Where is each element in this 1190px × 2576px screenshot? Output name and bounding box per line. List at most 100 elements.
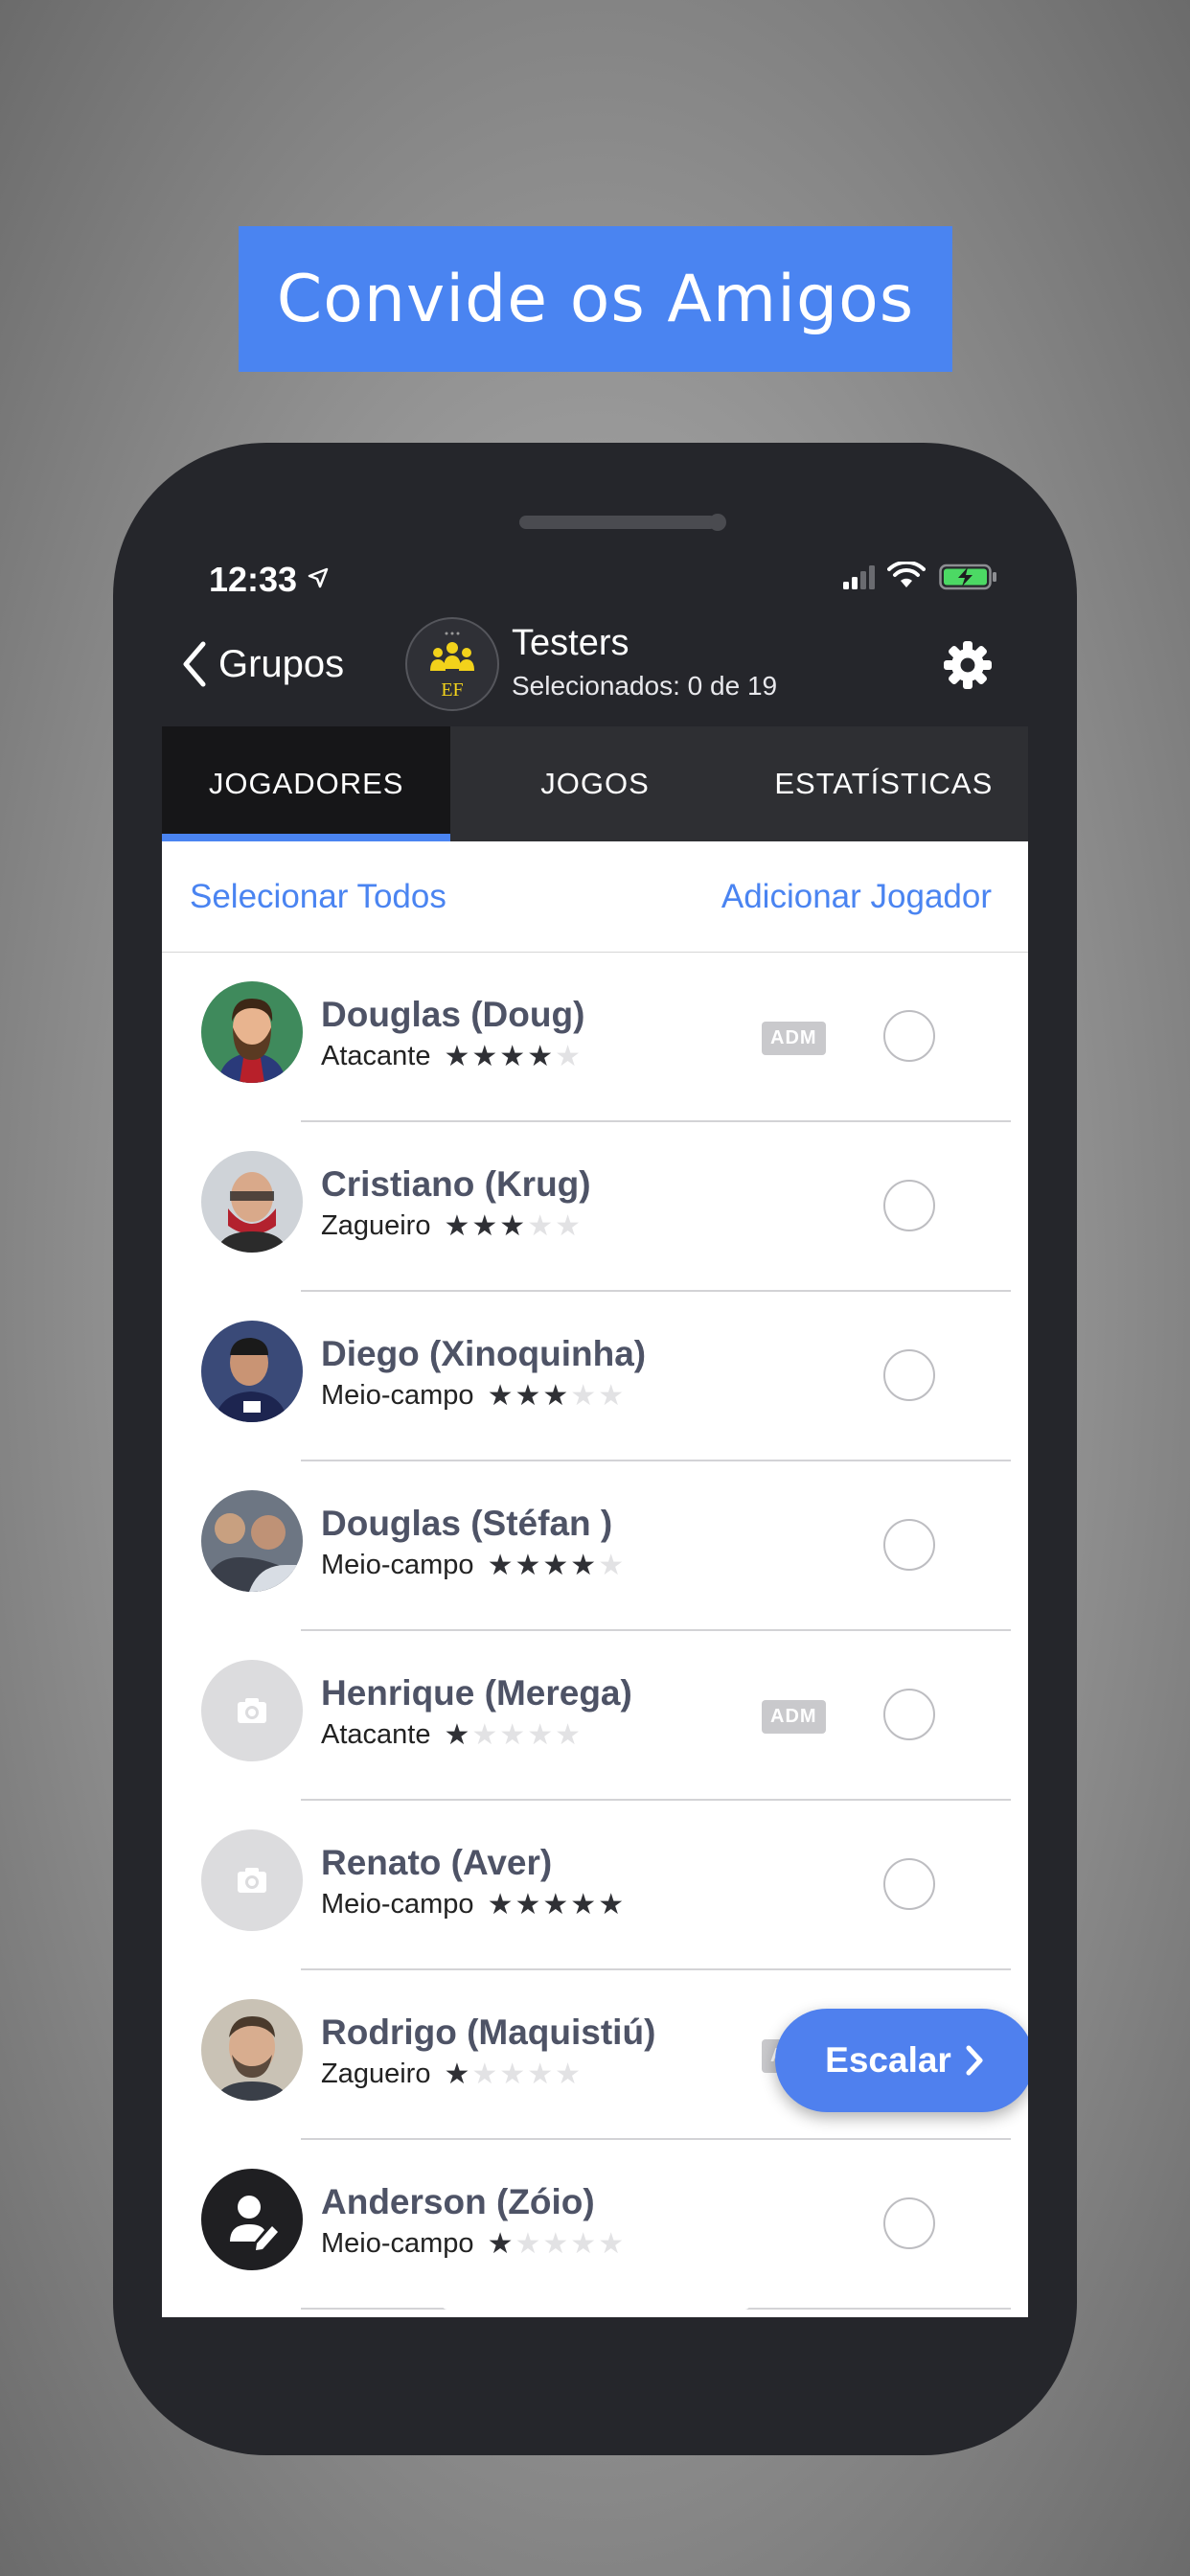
player-name: Cristiano (Krug) [321, 1164, 591, 1204]
player-avatar [201, 1999, 303, 2101]
star-icon: ★ [515, 1379, 541, 1412]
star-icon: ★ [471, 1718, 498, 1751]
player-avatar [201, 981, 303, 1083]
star-rating: ★★★★★ [444, 1718, 583, 1751]
select-player-radio[interactable] [883, 1519, 935, 1571]
player-row[interactable]: Douglas (Stéfan ) Meio-campo ★★★★★ [162, 1461, 1028, 1631]
select-player-radio[interactable] [883, 2197, 935, 2249]
app-screen: JOGADORES JOGOS ESTATÍSTICAS Selecionar … [162, 726, 1028, 2317]
player-avatar [201, 1490, 303, 1592]
select-player-radio[interactable] [883, 1010, 935, 1062]
star-icon: ★ [487, 2227, 514, 2260]
player-position: Zagueiro [321, 1210, 431, 1241]
star-icon: ★ [444, 1718, 470, 1751]
player-position: Meio-campo [321, 1380, 474, 1411]
star-icon: ★ [444, 1209, 470, 1242]
player-row[interactable]: Cristiano (Krug) Zagueiro ★★★★★ [162, 1122, 1028, 1292]
star-icon: ★ [487, 1379, 514, 1412]
star-icon: ★ [527, 1040, 554, 1072]
player-row[interactable]: Diego (Xinoquinha) Meio-campo ★★★★★ [162, 1292, 1028, 1461]
back-button-label: Grupos [218, 642, 345, 685]
star-icon: ★ [499, 1718, 526, 1751]
star-rating: ★★★★★ [487, 1379, 627, 1412]
tab-jogos[interactable]: JOGOS [450, 726, 739, 841]
player-info: Zagueiro ★★★★★ [321, 2058, 583, 2090]
player-info: Meio-campo ★★★★★ [321, 1889, 626, 1920]
star-icon: ★ [555, 2058, 581, 2090]
group-logo-text: EF [441, 679, 463, 701]
star-icon: ★ [542, 1379, 569, 1412]
player-name: Douglas (Stéfan ) [321, 1504, 613, 1543]
select-player-radio[interactable] [883, 1349, 935, 1401]
edit-user-icon [201, 2169, 303, 2270]
star-icon: ★ [471, 2058, 498, 2090]
star-icon: ★ [471, 1040, 498, 1072]
star-icon: ★ [515, 1549, 541, 1581]
player-name: Henrique (Merega) [321, 1673, 632, 1713]
player-position: Atacante [321, 1719, 431, 1750]
star-icon: ★ [515, 1888, 541, 1920]
star-icon: ★ [542, 1888, 569, 1920]
player-row[interactable]: Douglas (Doug) Atacante ★★★★★ ADM [162, 953, 1028, 1122]
star-icon: ★ [570, 2227, 597, 2260]
back-button[interactable]: Grupos [180, 640, 344, 688]
star-icon: ★ [527, 1209, 554, 1242]
tab-estatisticas[interactable]: ESTATÍSTICAS [740, 726, 1028, 841]
star-rating: ★★★★★ [487, 1549, 627, 1581]
player-avatar [201, 1151, 303, 1253]
player-row[interactable]: Renato (Aver) Meio-campo ★★★★★ [162, 1801, 1028, 1970]
star-icon: ★ [444, 2058, 470, 2090]
star-icon: ★ [598, 1549, 625, 1581]
player-name: Rodrigo (Maquistiú) [321, 2012, 656, 2052]
player-row[interactable]: Anderson (Zóio) Meio-campo ★★★★★ [162, 2140, 1028, 2310]
camera-icon [201, 1660, 303, 1761]
camera-icon [201, 1829, 303, 1931]
select-player-radio[interactable] [883, 1858, 935, 1910]
star-rating: ★★★★★ [444, 1209, 583, 1242]
escalar-button[interactable]: Escalar [775, 2009, 1028, 2112]
list-actions: Selecionar Todos Adicionar Jogador [162, 841, 1028, 953]
player-info: Meio-campo ★★★★★ [321, 1380, 626, 1412]
home-indicator[interactable] [442, 2298, 750, 2310]
phone-speaker [519, 516, 717, 529]
player-info: Atacante ★★★★★ [321, 1041, 583, 1072]
player-row[interactable]: Henrique (Merega) Atacante ★★★★★ ADM [162, 1631, 1028, 1801]
star-icon: ★ [487, 1549, 514, 1581]
select-player-radio[interactable] [883, 1689, 935, 1740]
group-title: Testers [512, 623, 629, 663]
star-rating: ★★★★★ [444, 2058, 583, 2090]
nav-bar: Grupos EF Testers Selecionados: 0 de 19 [161, 606, 1029, 728]
player-position: Zagueiro [321, 2058, 431, 2089]
select-all-button[interactable]: Selecionar Todos [190, 878, 446, 916]
star-icon: ★ [499, 1040, 526, 1072]
gear-icon[interactable] [941, 638, 995, 692]
player-position: Meio-campo [321, 2228, 474, 2259]
star-rating: ★★★★★ [444, 1040, 583, 1072]
tab-bar: JOGADORES JOGOS ESTATÍSTICAS [162, 726, 1028, 841]
star-icon: ★ [487, 1888, 514, 1920]
player-name: Anderson (Zóio) [321, 2182, 595, 2221]
player-position: Meio-campo [321, 1889, 474, 1920]
star-icon: ★ [527, 1718, 554, 1751]
star-icon: ★ [555, 1209, 581, 1242]
star-icon: ★ [515, 2227, 541, 2260]
star-icon: ★ [542, 2227, 569, 2260]
tab-jogadores[interactable]: JOGADORES [162, 726, 451, 841]
promo-banner: Convide os Amigos [239, 226, 952, 372]
add-player-button[interactable]: Adicionar Jogador [721, 878, 992, 916]
phone-camera [709, 514, 726, 531]
group-logo[interactable]: EF [405, 617, 499, 711]
player-info: Zagueiro ★★★★★ [321, 1210, 583, 1242]
star-icon: ★ [542, 1549, 569, 1581]
battery-charging-icon [939, 564, 996, 590]
star-icon: ★ [570, 1888, 597, 1920]
select-player-radio[interactable] [883, 1180, 935, 1231]
tab-label: JOGOS [540, 767, 650, 800]
player-name: Renato (Aver) [321, 1843, 553, 1882]
star-icon: ★ [598, 1379, 625, 1412]
status-time: 12:33 [209, 560, 298, 599]
admin-badge: ADM [762, 1700, 826, 1734]
star-rating: ★★★★★ [487, 2227, 627, 2260]
star-icon: ★ [444, 1040, 470, 1072]
star-icon: ★ [598, 1888, 625, 1920]
